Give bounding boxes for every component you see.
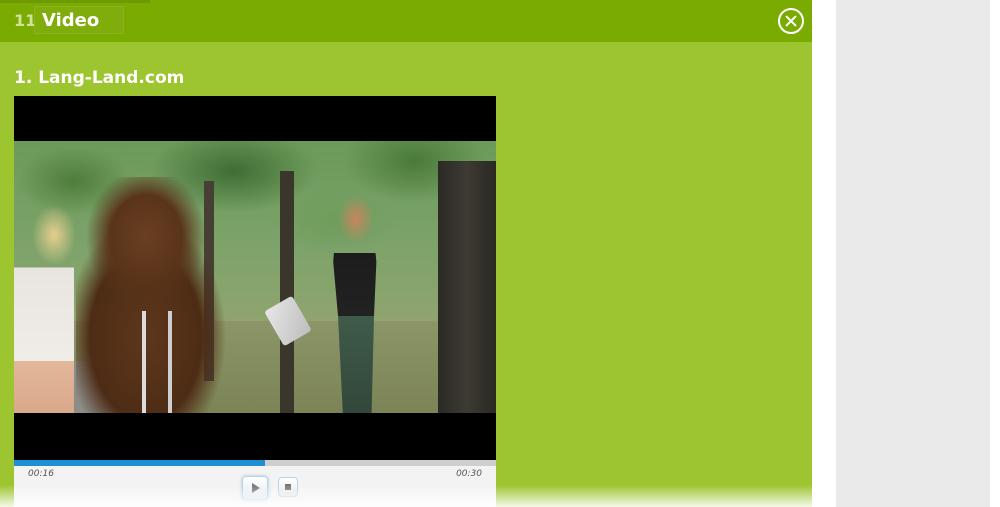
play-icon[interactable] <box>242 476 268 500</box>
video-player: 00:16 00:30 <box>14 96 496 507</box>
step-number: 11 <box>14 11 37 30</box>
current-time: 00:16 <box>28 469 54 479</box>
video-frame <box>14 141 496 413</box>
frame-bicycle <box>142 311 172 413</box>
background-side-panel <box>836 0 1000 507</box>
total-time: 00:30 <box>456 469 482 479</box>
frame-tree-trunk <box>280 171 294 413</box>
close-icon[interactable] <box>778 8 804 34</box>
panel-title: Video <box>42 10 100 31</box>
page: 11 Video 1. Lang-Land.com 00:16 00:30 <box>0 0 1000 507</box>
stop-icon[interactable] <box>278 477 298 497</box>
video-screen[interactable] <box>14 96 496 460</box>
frame-person-left <box>14 205 74 413</box>
header-strip <box>0 0 150 3</box>
video-panel: 11 Video 1. Lang-Land.com 00:16 00:30 <box>0 0 812 507</box>
background-edge <box>990 0 1000 507</box>
panel-header: 11 Video <box>0 0 812 42</box>
frame-tree-trunk <box>438 161 496 413</box>
player-controls: 00:16 00:30 <box>14 466 496 507</box>
section-title: 1. Lang-Land.com <box>14 68 185 88</box>
